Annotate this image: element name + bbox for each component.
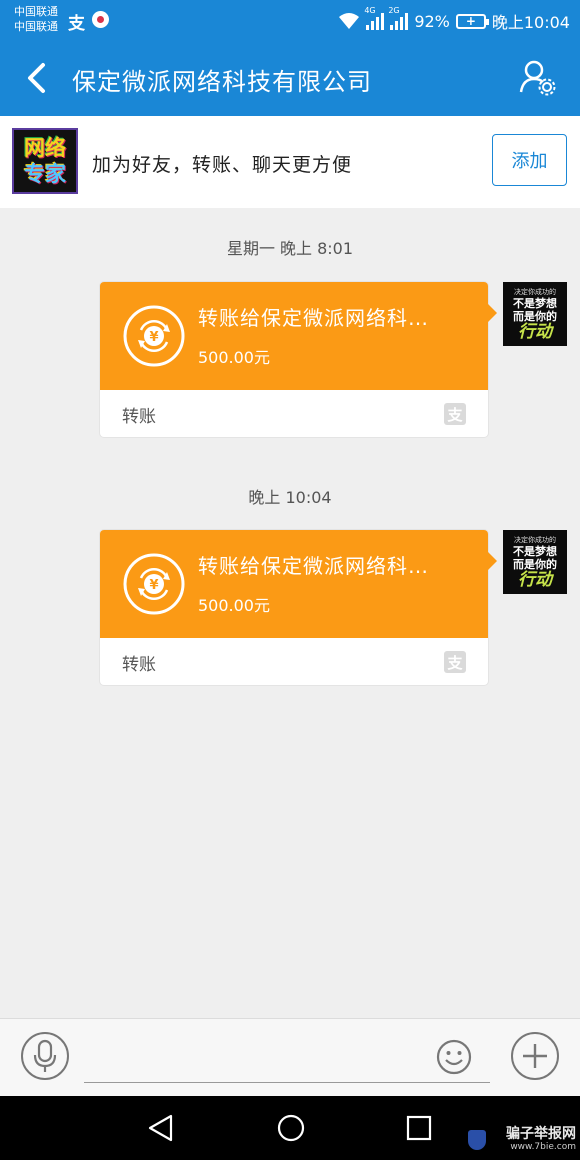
nav-recent-apps-icon[interactable]	[405, 1114, 433, 1142]
network-type-1: 4G	[364, 6, 376, 15]
message-input-bar	[0, 1018, 580, 1096]
signal-icon-1: 4G	[364, 6, 385, 30]
avatar[interactable]: 决定你成功的 不是梦想 而是你的 行动	[503, 282, 567, 346]
transfer-yuan-icon: ¥	[123, 553, 185, 615]
transfer-amount: 500.00元	[198, 596, 270, 615]
avatar[interactable]: 决定你成功的 不是梦想 而是你的 行动	[503, 530, 567, 594]
profile-settings-button[interactable]	[518, 58, 558, 98]
status-icons: 4G 2G 92% + 晚上10:04	[338, 6, 570, 33]
transfer-amount: 500.00元	[198, 348, 270, 367]
watermark-shield-icon	[468, 1130, 486, 1150]
transfer-type-label: 转账	[122, 407, 156, 427]
nav-home-icon[interactable]	[276, 1113, 306, 1143]
watermark-title: 骗子举报网	[506, 1126, 576, 1142]
alipay-icon: 支	[444, 651, 466, 673]
alipay-notification-icon: 支	[68, 14, 85, 34]
avatar-text-2: 不是梦想	[513, 296, 557, 310]
wifi-icon	[339, 13, 360, 29]
transfer-card[interactable]: ¥ 转账给保定微派网络科… 500.00元 转账 支	[100, 530, 497, 685]
transfer-title: 转账给保定微派网络科…	[198, 306, 429, 330]
back-button[interactable]	[14, 58, 58, 98]
app-notification-icon	[92, 11, 109, 28]
message-input[interactable]	[84, 1037, 490, 1083]
emoji-button[interactable]	[436, 1039, 472, 1075]
transfer-title: 转账给保定微派网络科…	[198, 554, 429, 578]
status-bar: 中国联通 中国联通 支 4G 2G 92% + 晚上10:04	[0, 0, 580, 40]
more-options-button[interactable]	[511, 1032, 559, 1080]
chevron-left-icon	[28, 63, 45, 93]
add-friend-button[interactable]: 添加	[492, 134, 567, 186]
battery-icon: +	[455, 13, 489, 29]
carrier-1: 中国联通	[14, 5, 58, 18]
system-nav-bar: 骗子举报网 www.7bie.com	[0, 1096, 580, 1160]
message-timestamp: 星期一 晚上 8:01	[226, 239, 354, 258]
watermark-url: www.7bie.com	[510, 1142, 576, 1152]
page-title: 保定微派网络科技有限公司	[72, 68, 372, 96]
battery-percent: 92%	[414, 11, 450, 31]
add-friend-banner: 网络 专家 加为好友，转账、聊天更方便 添加	[0, 116, 580, 208]
banner-message: 加为好友，转账、聊天更方便	[92, 154, 353, 176]
transfer-card[interactable]: ¥ 转账给保定微派网络科… 500.00元 转账 支	[100, 282, 497, 437]
voice-button[interactable]	[21, 1032, 69, 1080]
nav-back-icon[interactable]	[146, 1113, 176, 1143]
avatar-text-1: 决定你成功的	[514, 535, 556, 544]
user-settings-icon	[519, 60, 556, 96]
transfer-type-label: 转账	[122, 655, 156, 675]
carrier-2: 中国联通	[14, 20, 58, 33]
carrier-info: 中国联通 中国联通	[14, 4, 58, 34]
network-type-2: 2G	[388, 6, 400, 15]
microphone-icon	[33, 1039, 57, 1072]
avatar-text-4: 行动	[518, 321, 552, 342]
transfer-card-body: ¥ 转账给保定微派网络科… 500.00元	[100, 530, 497, 638]
signal-icon-2: 2G	[388, 6, 409, 30]
avatar-text-1: 决定你成功的	[514, 287, 556, 296]
transfer-card-body: ¥ 转账给保定微派网络科… 500.00元	[100, 282, 497, 390]
plus-icon	[523, 1044, 547, 1068]
message-timestamp: 晚上 10:04	[248, 488, 332, 507]
svg-text:¥: ¥	[149, 330, 158, 345]
contact-logo: 网络 专家	[12, 128, 78, 194]
alipay-icon: 支	[444, 403, 466, 425]
clock: 晚上10:04	[491, 13, 570, 32]
watermark: 骗子举报网 www.7bie.com	[506, 1126, 576, 1153]
chat-header: 保定微派网络科技有限公司	[0, 40, 580, 116]
avatar-text-3: 而是你的	[513, 309, 557, 323]
avatar-text-4: 行动	[518, 569, 552, 590]
logo-text-2: 专家	[24, 162, 66, 186]
transfer-card-footer: 转账 支	[100, 638, 488, 685]
svg-text:¥: ¥	[149, 578, 158, 593]
smiley-icon	[436, 1039, 472, 1075]
avatar-text-3: 而是你的	[513, 557, 557, 571]
avatar-text-2: 不是梦想	[513, 544, 557, 558]
logo-text-1: 网络	[24, 136, 66, 160]
transfer-card-footer: 转账 支	[100, 390, 488, 437]
transfer-yuan-icon: ¥	[123, 305, 185, 367]
